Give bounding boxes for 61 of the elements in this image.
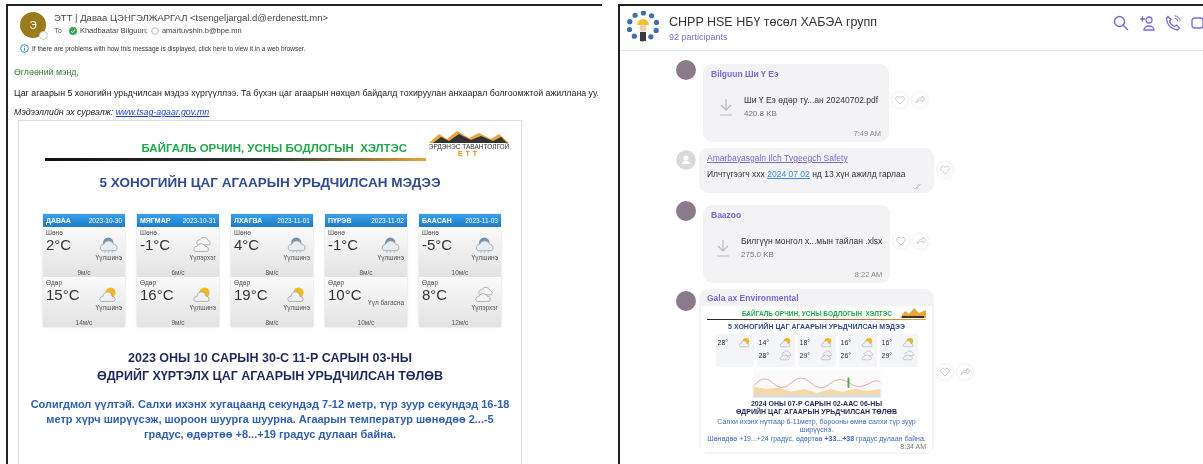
sun-cloud-icon xyxy=(737,336,752,349)
sender-name: ЭТТ | Даваа ЦЭНГЭЛЖАРГАЛ <tsengeljargal.d@erdenestt.mn> xyxy=(54,12,328,23)
temperature: -1°C xyxy=(140,236,171,254)
avatar[interactable] xyxy=(676,290,696,311)
temperature: 10°C xyxy=(328,286,362,304)
temperature: 8°C xyxy=(422,286,448,304)
temperature: 16°C xyxy=(140,286,174,304)
phone-icon[interactable] xyxy=(1165,15,1181,31)
cloud-icon xyxy=(778,350,793,362)
outlook-text: Солигдмол үүлтэй. Салхи ихэнх хугацаанд секундэд 7-12 метр, түр зуур секундэд 16-18 метр хүрч ширүүсэж, шороон шуурга шуурна. Агаарын температур шөнөдөө 2...-5 градус, өдөртөө +8...+19 градус дулаан байна. xyxy=(29,397,511,442)
outlook-heading: ӨДРИЙГ ХҮРТЭЛХ ЦАГ АГААРЫН УРЬДЧИЛСАН ТӨЛӨВ xyxy=(96,369,444,383)
greeting-text: Өглөөний мэнд, xyxy=(14,67,80,77)
temperature: 4°C xyxy=(234,236,260,254)
temperature: -1°C xyxy=(328,236,359,254)
participant-count[interactable]: 92 participants xyxy=(669,31,878,42)
sun-cloud-icon xyxy=(819,336,834,349)
info-icon xyxy=(20,44,29,53)
group-avatar-drawing xyxy=(626,11,660,45)
snow-cloud-icon xyxy=(97,236,120,254)
sender-name[interactable]: Amarbayasgaln Ilch Tvgeegch Safety xyxy=(707,152,848,164)
video-icon[interactable] xyxy=(1191,16,1203,30)
sender-name[interactable]: Bilguun Ши Ү Еэ xyxy=(711,69,779,80)
cloud-icon xyxy=(860,350,875,362)
default-avatar-icon[interactable] xyxy=(676,149,696,170)
sender-avatar: Э xyxy=(20,12,46,38)
department-title: БАЙГАЛЬ ОРЧИН, УСНЫ БОДЛОГЫН ХЭЛТЭС xyxy=(141,142,407,154)
temperature: 2°C xyxy=(46,236,72,254)
body-text: Цаг агаарын 5 хоногийн урьдчилсан мэдээ хүргүүллээ. Та бүхэн цаг агаарын нөхцөл байдалд тохируулан анхаарал болгоомжтой ажиллана уу. xyxy=(14,88,600,98)
add-person-icon[interactable] xyxy=(1139,15,1155,31)
file-name[interactable]: Ши Ү Еэ өдөр ту...ан 20240702.pdf xyxy=(743,96,879,106)
file-name[interactable]: Билгүүн монгол х...мын тайлан .xlsx xyxy=(741,237,883,248)
snow-cloud-icon xyxy=(473,236,496,254)
search-icon[interactable] xyxy=(1113,15,1129,31)
temperature: 19°C xyxy=(234,286,268,304)
sun-cloud-icon xyxy=(778,336,793,349)
message-text: Илчтүгээгч xxx 2024 07 02 нд 13 хүн ажилд гарлаа xyxy=(707,169,906,180)
source-link[interactable]: www.tsag-agaar.gov.mn xyxy=(115,107,210,117)
cloud-icon xyxy=(473,286,496,304)
sender-name[interactable]: Baazoo xyxy=(711,210,742,222)
file-size: 420.8 KB xyxy=(743,108,778,118)
cloud-icon xyxy=(819,350,834,362)
temperature: -5°C xyxy=(422,236,453,254)
sender-name[interactable]: Gala ax Environmental xyxy=(701,292,799,304)
outlook-heading: 2023 ОНЫ 10 САРЫН 30-С 11-Р САРЫН 03-НЫ xyxy=(128,351,412,365)
avatar[interactable] xyxy=(676,201,696,222)
sun-cloud-icon xyxy=(860,336,875,349)
file-size: 275.0 KB xyxy=(741,250,775,260)
snow-cloud-icon xyxy=(285,236,308,254)
snow-cloud-icon xyxy=(379,236,402,254)
group-name: CHPP HSE НБҮ төсөл ХАБЭА групп xyxy=(669,14,878,29)
delivered-icon xyxy=(912,183,922,191)
cloud-icon xyxy=(901,350,916,362)
cloud-icon xyxy=(191,236,214,254)
source-label: Мэдээллийн эх сурвалж: xyxy=(14,107,114,117)
logo-icon xyxy=(900,307,926,318)
temperature: 15°C xyxy=(46,286,80,304)
sun-cloud-icon xyxy=(901,336,916,349)
download-icon[interactable] xyxy=(717,96,734,117)
avatar[interactable] xyxy=(676,60,696,80)
download-icon[interactable] xyxy=(715,238,731,259)
forecast-title: 5 ХОНОГИЙН ЦАГ АГААРЫН УРЬДЧИЛСАН МЭДЭЭ xyxy=(98,175,442,190)
